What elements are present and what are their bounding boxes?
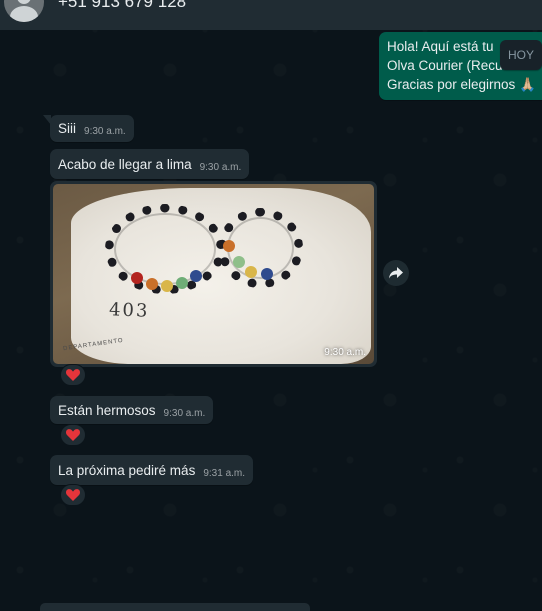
message-time: 9:30 a.m. (84, 126, 126, 137)
chat-header[interactable]: +51 913 679 128 (0, 0, 542, 30)
heart-icon (66, 429, 80, 441)
red-bead (131, 272, 143, 284)
blue-bead (190, 270, 202, 282)
message-text: La próxima pediré más (58, 463, 196, 478)
heart-reaction[interactable] (60, 424, 86, 446)
orange-bead (223, 240, 235, 252)
incoming-message[interactable]: La próxima pediré más 9:31 a.m. (50, 455, 254, 485)
bracelets-photo[interactable]: 403 DEPARTAMENTO 9:30 a.m. (53, 184, 374, 364)
message-text-line: Gracias por elegirnos 🙏🏼 (387, 77, 536, 92)
incoming-image-message[interactable]: 403 DEPARTAMENTO 9:30 a.m. (50, 181, 377, 367)
message-text: Están hermosos (58, 403, 156, 418)
message-time: 9:30 a.m. (324, 347, 366, 358)
heart-reaction[interactable] (60, 364, 86, 386)
default-avatar-icon[interactable] (4, 0, 44, 22)
green-bead (233, 256, 245, 268)
date-badge: HOY (500, 40, 542, 70)
orange-bead (146, 278, 158, 290)
forward-icon[interactable] (383, 260, 409, 286)
incoming-message[interactable]: Están hermosos 9:30 a.m. (50, 396, 214, 424)
incoming-message[interactable]: Siii 9:30 a.m. (43, 115, 134, 142)
message-composer[interactable] (40, 603, 310, 611)
heart-reaction[interactable] (60, 484, 86, 506)
yellow-bead (161, 280, 173, 292)
message-text: Acabo de llegar a lima (58, 157, 192, 172)
heart-icon (66, 489, 80, 501)
green-bead (176, 277, 188, 289)
yellow-bead (245, 266, 257, 278)
message-time: 9:30 a.m. (199, 162, 242, 173)
message-time: 9:31 a.m. (203, 468, 246, 479)
contact-name[interactable]: +51 913 679 128 (58, 0, 186, 12)
message-text: Siii (58, 121, 77, 136)
blue-bead (261, 268, 273, 280)
message-time: 9:30 a.m. (163, 408, 206, 419)
handwritten-number: 403 (108, 299, 150, 322)
heart-icon (66, 369, 80, 381)
incoming-message[interactable]: Acabo de llegar a lima 9:30 a.m. (50, 149, 250, 179)
